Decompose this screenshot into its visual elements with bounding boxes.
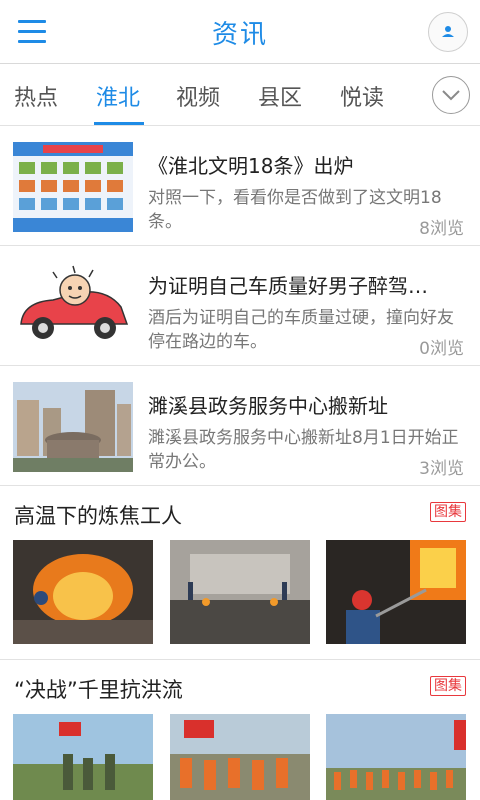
gallery-photo[interactable] [13, 714, 153, 800]
news-item[interactable]: 为证明自己车质量好男子醉驾… 酒后为证明自己的车质量过硬，撞向好友停在路边的车。… [0, 246, 480, 366]
user-avatar-icon [442, 26, 454, 37]
page-title: 资讯 [211, 20, 268, 50]
tab-county[interactable]: 县区 [258, 80, 302, 112]
gallery-photo[interactable] [13, 540, 153, 644]
news-title: 为证明自己车质量好男子醉驾… [148, 274, 428, 298]
app-header: 资讯 [0, 0, 480, 64]
gallery-photo[interactable] [326, 714, 466, 800]
category-tabs: 热点 淮北 视频 县区 悦读 [0, 64, 480, 126]
chevron-down-icon [442, 90, 460, 101]
tab-reading[interactable]: 悦读 [340, 80, 384, 112]
cartoon-car-thumbnail [13, 262, 133, 352]
tab-hot[interactable]: 热点 [14, 80, 58, 112]
user-icon[interactable] [428, 12, 468, 52]
news-title: 濉溪县政务服务中心搬新址 [148, 394, 388, 418]
expand-tabs-button[interactable] [432, 76, 470, 114]
photo-gallery[interactable]: “决战”千里抗洪流 图集 [0, 660, 480, 800]
photo-gallery[interactable]: 高温下的炼焦工人 图集 [0, 486, 480, 660]
active-tab-indicator [94, 122, 144, 125]
news-item[interactable]: 《淮北文明18条》出炉 对照一下，看看你是否做到了这文明18条。 8浏览 [0, 126, 480, 246]
view-count: 3浏览 [419, 459, 464, 479]
view-count: 0浏览 [419, 339, 464, 359]
news-title: 《淮北文明18条》出炉 [148, 154, 354, 178]
gallery-photo[interactable] [326, 540, 466, 644]
gallery-title: “决战”千里抗洪流 [14, 678, 183, 702]
gallery-badge: 图集 [430, 502, 466, 522]
view-count: 8浏览 [419, 219, 464, 239]
tab-video[interactable]: 视频 [176, 80, 220, 112]
gallery-badge: 图集 [430, 676, 466, 696]
news-item[interactable]: 濉溪县政务服务中心搬新址 濉溪县政务服务中心搬新址8月1日开始正常办公。 3浏览 [0, 366, 480, 486]
building-thumbnail [13, 382, 133, 472]
tab-huaibei[interactable]: 淮北 [96, 80, 140, 112]
gallery-photo[interactable] [170, 540, 310, 644]
poster-thumbnail [13, 142, 133, 232]
gallery-photo[interactable] [170, 714, 310, 800]
gallery-title: 高温下的炼焦工人 [14, 504, 182, 528]
